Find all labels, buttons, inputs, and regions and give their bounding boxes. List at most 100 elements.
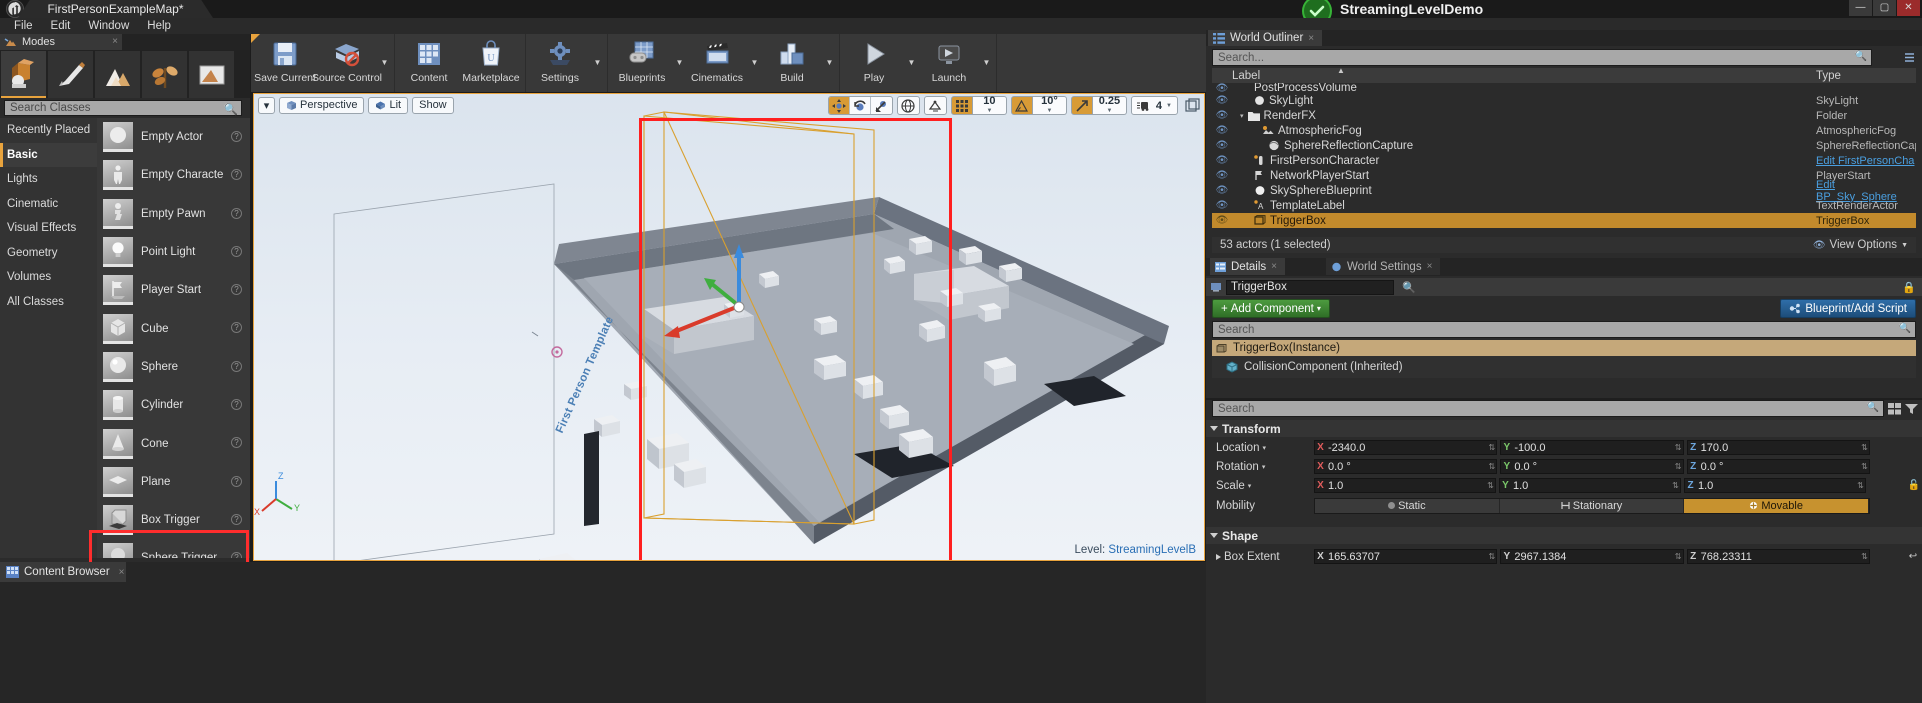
grid-view-icon[interactable] [1888,402,1902,415]
visibility-eye-icon[interactable]: 👁 [1212,215,1232,226]
tab-details-close-icon[interactable]: × [1271,261,1277,272]
table-row[interactable]: 👁 SkyLight SkyLight [1212,93,1916,108]
help-icon[interactable]: ? [231,360,242,372]
visibility-eye-icon[interactable]: 👁 [1212,140,1232,151]
chevron-down-icon[interactable]: ▾ [1262,444,1266,452]
location-label-group[interactable]: Location ▾ [1206,442,1314,454]
spinner-icon[interactable]: ⇅ [1856,481,1865,490]
minimize-button[interactable]: — [1849,0,1872,16]
spinner-icon[interactable]: ⇅ [1487,462,1496,471]
help-icon[interactable]: ? [231,284,242,296]
tab-modes[interactable]: Modes × [0,34,122,50]
table-row[interactable]: 👁 A TemplateLabel TextRenderActor [1212,198,1916,213]
category-recently-placed[interactable]: Recently Placed [0,118,97,143]
list-item[interactable]: Sphere ? [97,348,250,386]
list-item[interactable]: Cube ? [97,309,250,347]
scale-y-field[interactable]: Y 1.0 ⇅ [1499,478,1681,493]
rotation-z-field[interactable]: Z 0.0 ° ⇅ [1686,459,1870,474]
build-button[interactable]: Build [761,34,823,90]
category-cinematic[interactable]: Cinematic [0,192,97,217]
camera-speed-control[interactable]: 4 ▼ [1130,96,1178,115]
scale-lock-icon[interactable]: 🔓 [1906,480,1922,491]
angle-snap-value-dropdown[interactable]: 10° ▼ [1032,95,1067,115]
blueprints-dropdown-icon[interactable]: ▼ [673,34,686,90]
expander-icon[interactable] [1210,426,1218,431]
marketplace-button[interactable]: U Marketplace [460,34,522,90]
build-dropdown-icon[interactable]: ▼ [823,34,836,90]
tab-content-browser[interactable]: Content Browser × [0,562,126,582]
list-item-box-trigger[interactable]: Box Trigger ? [97,501,250,539]
scale-gizmo-icon[interactable] [871,97,892,114]
component-row-triggerbox[interactable]: TriggerBox(Instance) [1212,340,1916,356]
lock-icon[interactable]: 🔒 [1902,281,1916,294]
spinner-icon[interactable]: ⇅ [1487,552,1496,561]
table-row[interactable]: 👁 AtmosphericFog AtmosphericFog [1212,123,1916,138]
settings-dropdown-icon[interactable]: ▼ [591,34,604,90]
component-search-input[interactable]: Search 🔍 [1212,321,1916,338]
maximize-viewport-icon[interactable] [1185,98,1200,113]
spinner-icon[interactable]: ⇅ [1487,443,1496,452]
search-icon[interactable]: 🔍 [1402,281,1416,294]
spinner-icon[interactable]: ⇅ [1486,481,1495,490]
chevron-down-icon[interactable]: ▾ [1248,482,1252,490]
list-item[interactable]: Empty Characte ? [97,156,250,194]
list-item[interactable]: Cone ? [97,424,250,462]
help-icon[interactable]: ? [231,399,242,411]
help-icon[interactable]: ? [231,513,242,525]
cinematics-button[interactable]: Cinematics [686,34,748,90]
help-icon[interactable]: ? [231,322,242,334]
level-tab[interactable]: FirstPersonExampleMap* [18,0,213,18]
blueprints-button[interactable]: Blueprints [611,34,673,90]
launch-dropdown-icon[interactable]: ▼ [980,34,993,90]
spinner-icon[interactable]: ⇅ [1860,462,1869,471]
table-row[interactable]: 👁 PostProcessVolume [1212,83,1916,93]
mobility-stationary-button[interactable]: Stationary [1499,498,1685,513]
world-coordinate-icon[interactable] [898,97,919,114]
category-volumes[interactable]: Volumes [0,265,97,290]
list-item[interactable]: Sphere Trigger ? [97,539,250,558]
grid-snap-control[interactable]: 10 ▼ [950,95,1007,115]
settings-button[interactable]: Settings [529,34,591,90]
tab-world-outliner[interactable]: World Outliner × [1208,30,1323,46]
tab-world-outliner-close-icon[interactable]: × [1308,33,1314,44]
location-z-field[interactable]: Z 170.0 ⇅ [1686,440,1870,455]
add-component-button[interactable]: + Add Component ▾ [1212,299,1330,318]
chevron-down-icon[interactable]: ▾ [1262,463,1266,471]
help-icon[interactable]: ? [231,552,242,558]
category-basic[interactable]: Basic [0,142,97,167]
box-extent-y-field[interactable]: Y 2967.1384 ⇅ [1500,549,1684,564]
location-y-field[interactable]: Y -100.0 ⇅ [1500,440,1684,455]
help-icon[interactable]: ? [231,207,242,219]
table-row[interactable]: 👁 NetworkPlayerStart PlayerStart [1212,168,1916,183]
paint-mode-icon[interactable] [48,51,93,98]
tab-modes-close-icon[interactable]: × [112,36,118,47]
visibility-eye-icon[interactable]: 👁 [1212,185,1232,196]
angle-snap-icon[interactable] [1010,96,1033,115]
property-search-input[interactable]: Search 🔍 [1212,400,1884,417]
blueprint-add-script-button[interactable]: Blueprint/Add Script [1780,299,1916,318]
scale-snap-icon[interactable] [1070,96,1093,115]
tab-world-settings[interactable]: World Settings × [1326,258,1441,275]
help-icon[interactable]: ? [231,475,242,487]
spinner-icon[interactable]: ⇅ [1860,443,1869,452]
list-item[interactable]: Empty Actor ? [97,118,250,156]
menu-window[interactable]: Window [80,19,137,33]
play-dropdown-icon[interactable]: ▼ [905,34,918,90]
landscape-mode-icon[interactable] [95,51,140,98]
category-all-classes[interactable]: All Classes [0,290,97,315]
show-menu-button[interactable]: Show [412,96,454,114]
expander-icon[interactable]: ▾ [1240,112,1244,120]
table-row[interactable]: 👁 ▾ RenderFX Folder [1212,108,1916,123]
play-button[interactable]: Play [843,34,905,90]
box-extent-z-field[interactable]: Z 768.23311 ⇅ [1686,549,1870,564]
mobility-movable-button[interactable]: Movable [1684,498,1870,513]
cinematics-dropdown-icon[interactable]: ▼ [748,34,761,90]
visibility-eye-icon[interactable]: 👁 [1212,83,1232,93]
menu-help[interactable]: Help [139,19,179,33]
table-row[interactable]: 👁 SphereReflectionCapture SphereReflecti… [1212,138,1916,153]
reset-arrow-icon[interactable]: ↩ [1904,551,1922,562]
tab-details[interactable]: Details × [1210,258,1285,275]
visibility-eye-icon[interactable]: 👁 [1212,95,1232,106]
category-lights[interactable]: Lights [0,167,97,192]
list-item[interactable]: Player Start ? [97,271,250,309]
